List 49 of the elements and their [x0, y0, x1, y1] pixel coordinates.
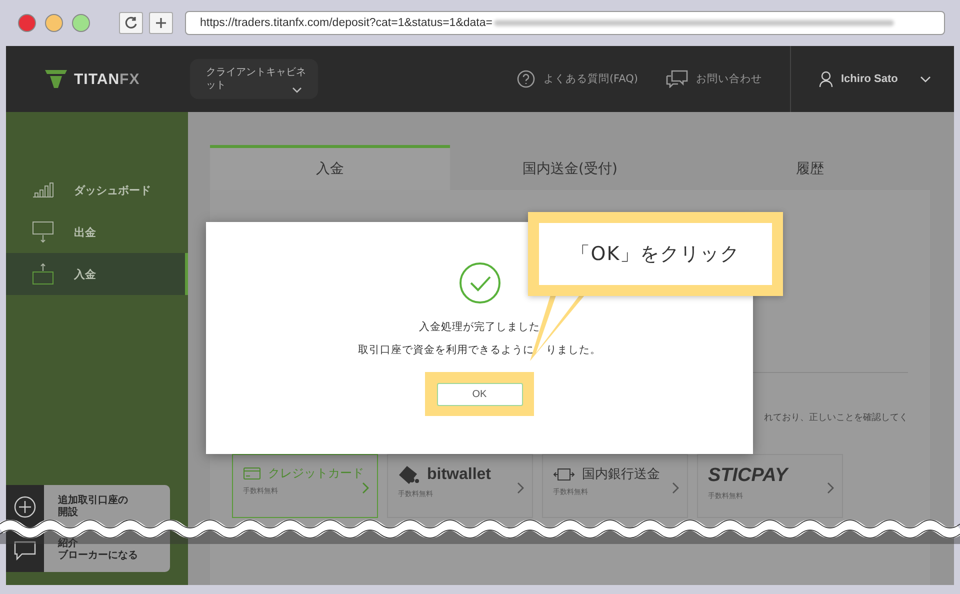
cash-up-icon: [32, 263, 54, 285]
cabinet-dropdown[interactable]: クライアントキャビネット: [190, 59, 318, 99]
notice-text: れており、正しいことを確認してく: [764, 411, 908, 424]
maximize-window-button[interactable]: [72, 14, 90, 32]
sidebar-item[interactable]: 出金: [6, 211, 188, 253]
logo-icon: [44, 69, 68, 89]
bar-chart-icon: [32, 182, 54, 198]
callout-text: 「OK」をクリック: [570, 242, 740, 267]
sidebar-item[interactable]: 入金: [6, 253, 188, 295]
tab[interactable]: 履歴: [690, 145, 930, 190]
user-icon: [819, 71, 833, 87]
logo-text: TITANFX: [74, 70, 140, 88]
new-tab-button[interactable]: [149, 12, 173, 34]
dialog-message: 入金処理が完了しました: [419, 320, 540, 335]
dialog-message: りました。: [546, 343, 601, 358]
reload-icon: [124, 16, 138, 30]
wallet-logo-icon: [398, 465, 420, 485]
chevron-down-icon: [292, 87, 302, 93]
header-link[interactable]: よくある質問(FAQ): [517, 70, 638, 88]
chat-icon: [14, 540, 36, 561]
method-logo: STICPAY: [708, 465, 788, 487]
chevron-right-icon: [362, 482, 369, 494]
chevron-right-icon: [672, 482, 679, 494]
method-label: 国内銀行送金: [582, 466, 660, 483]
method-label: bitwallet: [427, 466, 492, 484]
cash-down-icon: [32, 221, 54, 243]
sidebar-item[interactable]: ダッシュボード: [6, 169, 188, 211]
plus-icon: [155, 17, 167, 29]
plus-icon: [14, 496, 36, 518]
question-icon: [517, 70, 536, 88]
action-link[interactable]: 紹介 ブローカーになる: [58, 538, 170, 562]
header-link[interactable]: お問い合わせ: [666, 70, 762, 88]
close-window-button[interactable]: [18, 14, 36, 32]
ok-button[interactable]: OK: [436, 382, 522, 406]
reload-button[interactable]: [119, 12, 143, 34]
chevron-down-icon: [920, 76, 931, 82]
credit-card-icon: [243, 467, 261, 480]
address-bar[interactable]: https://traders.titanfx.com/deposit?cat=1&status=1&data=: [185, 11, 945, 35]
method-label: クレジットカード: [268, 465, 364, 482]
minimize-window-button[interactable]: [45, 14, 63, 32]
money-transfer-icon: [553, 468, 575, 480]
dialog-message: 取引口座で資金を利用できるように: [358, 343, 534, 358]
chevron-right-icon: [517, 482, 524, 494]
check-circle-icon: [458, 262, 500, 304]
chat-icon: [666, 70, 688, 88]
tab[interactable]: 入金: [210, 145, 450, 190]
action-link[interactable]: 追加取引口座の 開設: [58, 494, 170, 519]
tab[interactable]: 国内送金(受付): [450, 145, 690, 190]
chevron-right-icon: [827, 482, 834, 494]
